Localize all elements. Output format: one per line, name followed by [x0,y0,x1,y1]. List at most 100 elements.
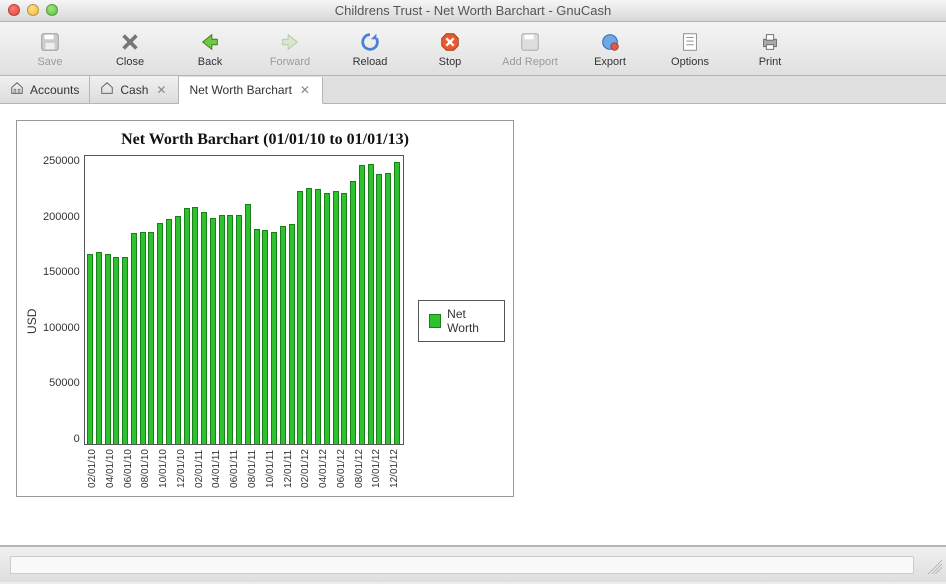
window-close-button[interactable] [8,4,20,16]
window-zoom-button[interactable] [46,4,58,16]
legend-swatch-icon [429,314,441,328]
bar [254,229,260,444]
x-tick-label: 10/01/10 [158,449,169,488]
tab-cash-label: Cash [120,83,148,97]
forward-button[interactable]: Forward [250,24,330,74]
status-field [10,556,914,574]
x-tick-label: 02/01/12 [300,449,311,488]
forward-arrow-icon [278,30,302,54]
cash-icon [100,81,114,98]
chart-card: Net Worth Barchart (01/01/10 to 01/01/13… [16,120,514,497]
x-tick-label: 08/01/12 [354,449,365,488]
y-tick-label: 200000 [43,211,80,223]
x-tick-label: 10/01/11 [265,449,276,488]
bar [236,215,242,444]
bar [262,230,268,444]
tab-accounts[interactable]: Accounts [0,76,90,103]
options-label: Options [671,56,709,68]
x-tick-label: 12/01/12 [389,449,400,488]
bar [210,218,216,444]
x-tick-label: 10/01/12 [371,449,382,488]
window-minimize-button[interactable] [27,4,39,16]
reload-icon [358,30,382,54]
bar [341,193,347,444]
x-tick-label: 06/01/12 [336,449,347,488]
options-icon [678,30,702,54]
bar [271,232,277,444]
bar [368,164,374,444]
bar [333,191,339,444]
y-tick-label: 250000 [43,155,80,167]
x-axis-ticks: 02/01/1004/01/1006/01/1008/01/1010/01/10… [84,445,404,488]
add-report-button[interactable]: Add Report [490,24,570,74]
chart-title: Net Worth Barchart (01/01/10 to 01/01/13… [25,131,505,149]
bar [175,216,181,444]
bar [201,212,207,444]
bar [385,173,391,444]
save-button[interactable]: Save [10,24,90,74]
bar [87,254,93,444]
status-bar [0,546,946,582]
stop-icon [438,30,462,54]
x-tick-label: 04/01/12 [318,449,329,488]
back-label: Back [198,56,222,68]
bar [105,254,111,444]
reload-button[interactable]: Reload [330,24,410,74]
bar [324,193,330,444]
y-tick-label: 100000 [43,322,80,334]
stop-button[interactable]: Stop [410,24,490,74]
bar [113,257,119,444]
x-tick-label: 02/01/10 [87,449,98,488]
bar [166,219,172,444]
export-icon [598,30,622,54]
save-label: Save [37,56,62,68]
bar [227,215,233,444]
export-button[interactable]: Export [570,24,650,74]
x-tick-label: 12/01/10 [176,449,187,488]
x-tick-label: 02/01/11 [194,449,205,488]
window-titlebar: Childrens Trust - Net Worth Barchart - G… [0,0,946,22]
bar [297,191,303,444]
print-button[interactable]: Print [730,24,810,74]
bar [157,223,163,444]
close-button[interactable]: Close [90,24,170,74]
bar [289,224,295,444]
close-label: Close [116,56,144,68]
bar [359,165,365,444]
bar [280,226,286,444]
report-viewport[interactable]: Net Worth Barchart (01/01/10 to 01/01/13… [0,104,946,546]
window-title: Childrens Trust - Net Worth Barchart - G… [0,3,946,18]
save-icon [38,30,62,54]
y-axis-label: USD [25,155,39,488]
add-report-icon [518,30,542,54]
tab-report[interactable]: Net Worth Barchart ✕ [179,77,323,104]
export-label: Export [594,56,626,68]
x-tick-label: 12/01/11 [283,449,294,488]
bar [245,204,251,444]
back-button[interactable]: Back [170,24,250,74]
x-tick-label: 06/01/11 [229,449,240,488]
resize-grip-icon[interactable] [924,556,942,574]
bar [306,188,312,444]
bar [148,232,154,444]
bar [192,207,198,444]
chart-plot-area [84,155,404,445]
tab-report-close-icon[interactable]: ✕ [298,83,312,97]
bar [350,181,356,444]
bar [376,174,382,444]
bar [122,257,128,444]
accounts-icon [10,81,24,98]
x-tick-label: 08/01/11 [247,449,258,488]
options-button[interactable]: Options [650,24,730,74]
x-tick-label: 08/01/10 [140,449,151,488]
forward-label: Forward [270,56,310,68]
bar [140,232,146,444]
y-axis-ticks: 250000200000150000100000500000 [43,155,84,445]
tab-cash[interactable]: Cash ✕ [90,76,179,103]
y-tick-label: 150000 [43,266,80,278]
bar [131,233,137,444]
tab-cash-close-icon[interactable]: ✕ [154,83,168,97]
bar [96,252,102,444]
legend-label: Net Worth [447,307,494,335]
add-report-label: Add Report [502,56,558,68]
